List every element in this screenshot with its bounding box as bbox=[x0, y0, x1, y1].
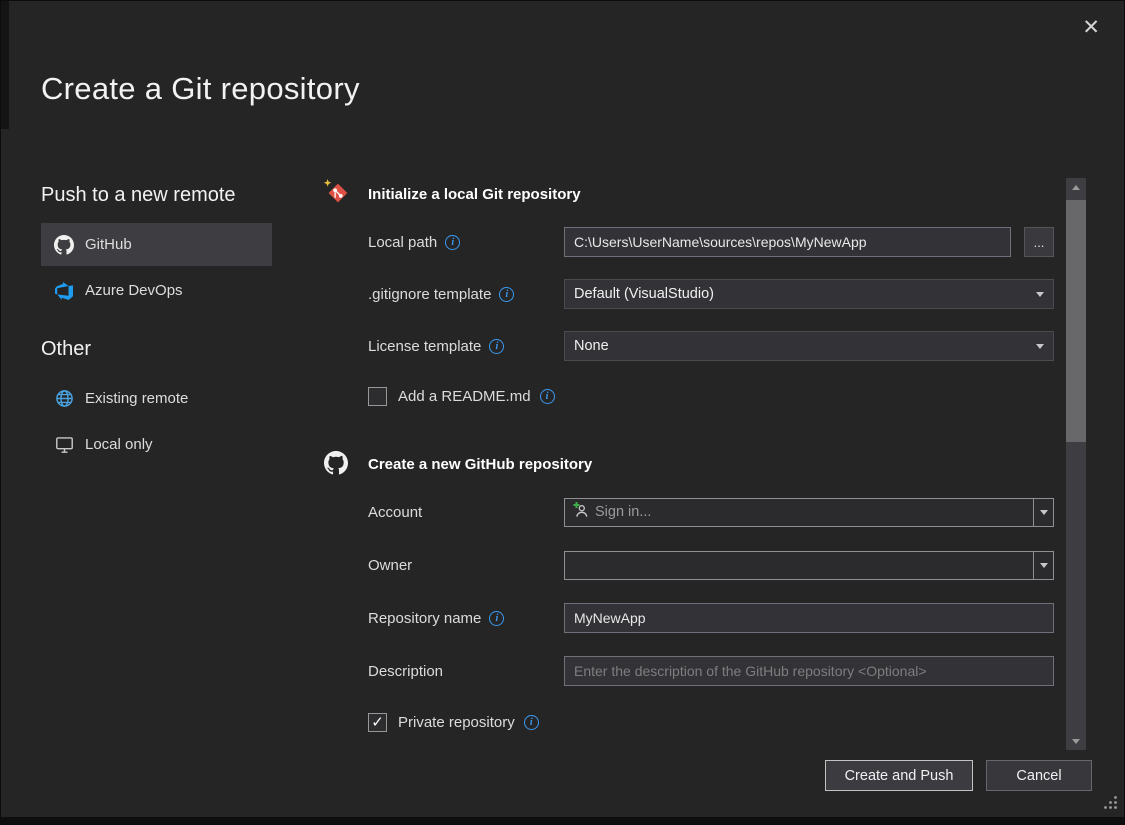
readme-row: Add a README.md i bbox=[368, 383, 1054, 409]
selected-value: Default (VisualStudio) bbox=[574, 286, 714, 302]
label-text: License template bbox=[368, 338, 481, 355]
create-git-repo-dialog: ✕ Create a Git repository Push to a new … bbox=[0, 0, 1125, 825]
push-remote-heading: Push to a new remote bbox=[41, 184, 272, 207]
sidebar-item-existing-remote[interactable]: Existing remote bbox=[41, 377, 272, 420]
statusbar-strip bbox=[1, 817, 1124, 824]
label-text: Owner bbox=[368, 557, 412, 574]
info-icon: i bbox=[445, 235, 460, 250]
license-label: License template i bbox=[368, 338, 564, 355]
dialog-title: Create a Git repository bbox=[41, 71, 360, 107]
local-path-control: ... bbox=[564, 227, 1054, 257]
owner-dropdown-button[interactable] bbox=[1033, 552, 1053, 579]
chevron-down-icon bbox=[1036, 292, 1044, 297]
init-section-title: Initialize a local Git repository bbox=[368, 186, 581, 203]
gitignore-row: .gitignore template i Default (VisualStu… bbox=[368, 279, 1054, 309]
sign-in-text: Sign in... bbox=[595, 504, 651, 520]
resize-grip[interactable] bbox=[1103, 795, 1118, 815]
gitignore-template-select[interactable]: Default (VisualStudio) bbox=[564, 279, 1054, 309]
info-icon: i bbox=[540, 389, 555, 404]
monitor-icon bbox=[54, 435, 74, 455]
gitignore-label: .gitignore template i bbox=[368, 286, 564, 303]
sidebar-item-github[interactable]: GitHub bbox=[41, 223, 272, 266]
init-section-header: Initialize a local Git repository bbox=[368, 181, 1054, 207]
scroll-up-button[interactable] bbox=[1066, 178, 1086, 196]
info-icon: i bbox=[489, 611, 504, 626]
close-button[interactable]: ✕ bbox=[1082, 17, 1100, 38]
github-section-title: Create a new GitHub repository bbox=[368, 456, 592, 473]
other-heading: Other bbox=[41, 338, 272, 361]
local-path-label: Local path i bbox=[368, 234, 564, 251]
account-row: Account Sign in... bbox=[368, 497, 1054, 527]
sidebar: Push to a new remote GitHub Azure DevOps… bbox=[41, 184, 272, 469]
browse-button[interactable]: ... bbox=[1024, 227, 1054, 257]
window-edge bbox=[1, 1, 9, 129]
description-label: Description bbox=[368, 663, 564, 680]
github-icon bbox=[324, 451, 348, 475]
info-icon: i bbox=[489, 339, 504, 354]
account-combo[interactable]: Sign in... bbox=[564, 498, 1054, 527]
repo-name-label: Repository name i bbox=[368, 610, 564, 627]
dialog-footer: Create and Push Cancel bbox=[825, 760, 1092, 791]
init-section: Initialize a local Git repository Local … bbox=[368, 181, 1054, 409]
label-text: .gitignore template bbox=[368, 286, 491, 303]
git-init-icon bbox=[322, 178, 352, 208]
sidebar-item-label: Azure DevOps bbox=[85, 282, 183, 299]
globe-icon bbox=[54, 389, 74, 409]
sidebar-item-label: Existing remote bbox=[85, 390, 188, 407]
label-text: Local path bbox=[368, 234, 437, 251]
vertical-scrollbar[interactable] bbox=[1066, 178, 1086, 750]
owner-combo[interactable] bbox=[564, 551, 1054, 580]
scroll-down-button[interactable] bbox=[1066, 732, 1086, 750]
license-template-select[interactable]: None bbox=[564, 331, 1054, 361]
account-label: Account bbox=[368, 504, 564, 521]
owner-row: Owner bbox=[368, 550, 1054, 580]
check-icon: ✓ bbox=[371, 715, 384, 730]
label-text: Repository name bbox=[368, 610, 481, 627]
chevron-down-icon bbox=[1040, 563, 1048, 568]
owner-combo-value[interactable] bbox=[565, 552, 1033, 579]
local-path-input[interactable] bbox=[564, 227, 1011, 257]
triangle-down-icon bbox=[1072, 739, 1080, 744]
create-and-push-button[interactable]: Create and Push bbox=[825, 760, 973, 791]
add-user-icon bbox=[572, 502, 588, 522]
license-row: License template i None bbox=[368, 331, 1054, 361]
github-section-header: Create a new GitHub repository bbox=[368, 451, 1054, 477]
sidebar-item-label: GitHub bbox=[85, 236, 132, 253]
chevron-down-icon bbox=[1040, 510, 1048, 515]
azure-devops-icon bbox=[54, 281, 74, 301]
local-path-row: Local path i ... bbox=[368, 227, 1054, 257]
description-input[interactable] bbox=[564, 656, 1054, 686]
private-repo-row: ✓ Private repository i bbox=[368, 709, 1054, 735]
scrollbar-thumb[interactable] bbox=[1066, 200, 1086, 442]
owner-label: Owner bbox=[368, 557, 564, 574]
sidebar-item-local-only[interactable]: Local only bbox=[41, 423, 272, 466]
account-combo-value[interactable]: Sign in... bbox=[565, 499, 1033, 526]
sidebar-item-label: Local only bbox=[85, 436, 153, 453]
label-text: Account bbox=[368, 504, 422, 521]
cancel-button[interactable]: Cancel bbox=[986, 760, 1092, 791]
selected-value: None bbox=[574, 338, 609, 354]
sidebar-item-azure-devops[interactable]: Azure DevOps bbox=[41, 269, 272, 312]
info-icon: i bbox=[499, 287, 514, 302]
private-repo-label: Private repository bbox=[398, 714, 515, 731]
readme-label: Add a README.md bbox=[398, 388, 531, 405]
github-icon bbox=[54, 235, 74, 255]
triangle-up-icon bbox=[1072, 185, 1080, 190]
label-text: Description bbox=[368, 663, 443, 680]
info-icon: i bbox=[524, 715, 539, 730]
account-dropdown-button[interactable] bbox=[1033, 499, 1053, 526]
readme-checkbox[interactable] bbox=[368, 387, 387, 406]
chevron-down-icon bbox=[1036, 344, 1044, 349]
description-row: Description bbox=[368, 656, 1054, 686]
private-repo-checkbox[interactable]: ✓ bbox=[368, 713, 387, 732]
repo-name-input[interactable] bbox=[564, 603, 1054, 633]
github-section: Create a new GitHub repository Account S… bbox=[368, 451, 1054, 735]
main-panel: Initialize a local Git repository Local … bbox=[368, 181, 1054, 758]
repo-name-row: Repository name i bbox=[368, 603, 1054, 633]
